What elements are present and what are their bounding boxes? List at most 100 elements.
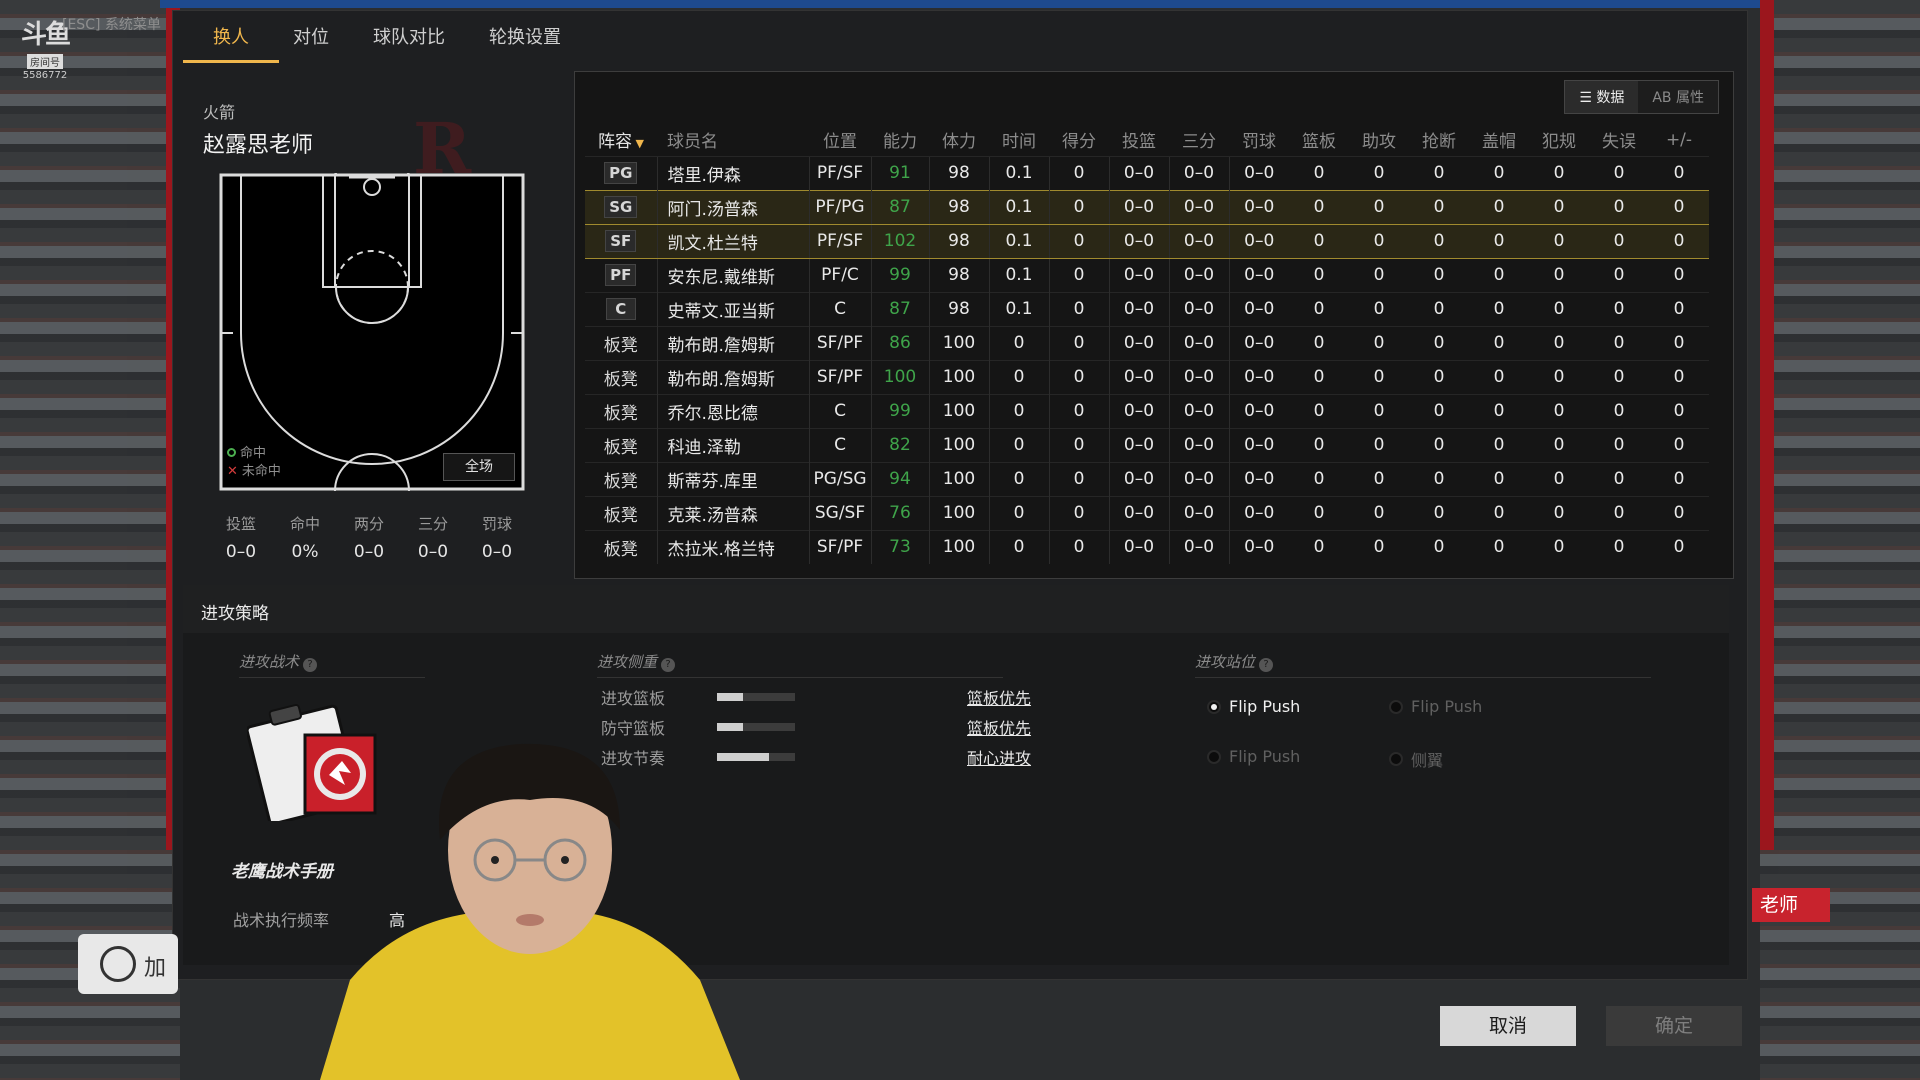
stat-cell-blk: 0 xyxy=(1469,529,1529,564)
divider xyxy=(597,677,1003,678)
table-row[interactable]: 板凳 杰拉米.格兰特 SF/PF 73 100 0 0 0–0 0–0 0–0 0 0 0 0 0 0 0 xyxy=(585,529,1709,564)
bench-label: 板凳 xyxy=(603,539,638,560)
view-attributes-button[interactable]: AB 属性 xyxy=(1638,81,1718,113)
stat-cell-pm: 0 xyxy=(1649,291,1709,326)
view-data-button[interactable]: ☰ 数据 xyxy=(1565,81,1639,113)
table-row[interactable]: 板凳 勒布朗.詹姆斯 SF/PF 100 100 0 0 0–0 0–0 0–0 0 0 0 0 0 0 0 xyxy=(585,359,1709,394)
stat-label: 三分 xyxy=(417,515,448,533)
stat-cell-fg: 0–0 xyxy=(1108,155,1169,190)
shot-legend: 命中 ✕ 未命中 xyxy=(227,445,281,481)
stat-cell-ovr: 99 xyxy=(870,393,929,428)
col-points[interactable]: 得分 xyxy=(1049,124,1109,156)
col-ability[interactable]: 能力 xyxy=(871,124,929,156)
stat-cell-blk: 0 xyxy=(1469,223,1529,259)
col-blocks[interactable]: 盖帽 xyxy=(1469,124,1529,156)
stat-cell-ft: 0–0 xyxy=(1228,461,1289,496)
col-assists[interactable]: 助攻 xyxy=(1349,124,1409,156)
col-minutes[interactable]: 时间 xyxy=(989,124,1049,156)
table-row[interactable]: PG 塔里.伊森 PF/SF 91 98 0.1 0 0–0 0–0 0–0 0 0 0 0 0 0 0 xyxy=(585,155,1709,190)
stat-cell-pts: 0 xyxy=(1048,495,1109,530)
col-player-name[interactable]: 球员名 xyxy=(657,124,809,156)
stat-cell-reb: 0 xyxy=(1289,257,1349,292)
formation-option-3[interactable]: Flip Push xyxy=(1207,747,1300,766)
stat-cell-reb: 0 xyxy=(1289,427,1349,462)
stat-cell-fg: 0–0 xyxy=(1108,359,1169,394)
formation-option-4[interactable]: 侧翼 xyxy=(1389,747,1443,771)
tab-matchup[interactable]: 对位 xyxy=(293,11,329,59)
stat-cell-pf: 0 xyxy=(1529,223,1589,259)
col-rebounds[interactable]: 篮板 xyxy=(1289,124,1349,156)
player-name-cell: 乔尔.恩比德 xyxy=(656,393,809,428)
starter-position-badge: C xyxy=(605,298,636,320)
add-follow-chip[interactable]: 加 xyxy=(78,934,178,994)
help-icon[interactable]: ? xyxy=(1259,658,1274,672)
full-court-button[interactable]: 全场 xyxy=(443,453,515,481)
stat-cell-ovr: 87 xyxy=(870,189,929,225)
tab-substitution[interactable]: 换人 xyxy=(183,11,279,63)
stat-cell-ft: 0–0 xyxy=(1228,359,1289,394)
formation-option-1[interactable]: Flip Push xyxy=(1207,697,1300,716)
col-fg[interactable]: 投篮 xyxy=(1109,124,1169,156)
col-steals[interactable]: 抢断 xyxy=(1409,124,1469,156)
bench-label: 板凳 xyxy=(603,505,638,526)
stat-cell-tp: 0–0 xyxy=(1168,291,1229,326)
table-row[interactable]: SF 凯文.杜兰特 PF/SF 102 98 0.1 0 0–0 0–0 0–0 0 0 0 0 0 0 0 xyxy=(585,223,1709,259)
table-row[interactable]: 板凳 克莱.汤普森 SG/SF 76 100 0 0 0–0 0–0 0–0 0 0 0 0 0 0 0 xyxy=(585,495,1709,530)
formation-option-2[interactable]: Flip Push xyxy=(1389,697,1482,716)
confirm-button[interactable]: 确定 xyxy=(1606,1006,1742,1046)
stat-cell-reb: 0 xyxy=(1289,529,1349,564)
divider xyxy=(239,677,425,678)
half-court-diagram xyxy=(219,150,525,492)
stat-value: 0–0 xyxy=(225,542,257,562)
stat-value: 0% xyxy=(291,542,319,562)
table-row[interactable]: 板凳 斯蒂芬.库里 PG/SG 94 100 0 0 0–0 0–0 0–0 0 0 0 0 0 0 0 xyxy=(585,461,1709,496)
slider-fill xyxy=(717,693,743,701)
col-turnovers[interactable]: 失误 xyxy=(1589,124,1649,156)
col-lineup-label: 阵容 xyxy=(598,132,633,153)
defensive-rebound-choice-link[interactable]: 篮板优先 xyxy=(967,715,1031,739)
stat-cell-stl: 0 xyxy=(1409,257,1469,292)
stat-cell-tp: 0–0 xyxy=(1168,495,1229,530)
formation-label: Flip Push xyxy=(1411,697,1483,716)
stat-cell-ast: 0 xyxy=(1349,291,1409,326)
offense-pace-choice-link[interactable]: 耐心进攻 xyxy=(967,745,1031,769)
col-position[interactable]: 位置 xyxy=(809,124,871,156)
stat-cell-stl: 0 xyxy=(1409,325,1469,360)
stat-cell-tp: 0–0 xyxy=(1168,223,1229,259)
col-stamina[interactable]: 体力 xyxy=(929,124,989,156)
stat-cell-ovr: 100 xyxy=(870,359,929,394)
table-row[interactable]: C 史蒂文.亚当斯 C 87 98 0.1 0 0–0 0–0 0–0 0 0 0 0 0 0 0 xyxy=(585,291,1709,326)
offensive-rebound-slider[interactable] xyxy=(717,693,795,701)
help-icon[interactable]: ? xyxy=(661,658,676,672)
stat-cell-tp: 0–0 xyxy=(1168,393,1229,428)
table-row[interactable]: PF 安东尼.戴维斯 PF/C 99 98 0.1 0 0–0 0–0 0–0 0 0 0 0 0 0 0 xyxy=(585,257,1709,292)
lineup-role-cell: 板凳 xyxy=(585,461,657,496)
stat-cell-stl: 0 xyxy=(1409,495,1469,530)
stat-cell-to: 0 xyxy=(1589,291,1649,326)
bench-label: 板凳 xyxy=(603,403,638,424)
table-row[interactable]: 板凳 勒布朗.詹姆斯 SF/PF 86 100 0 0 0–0 0–0 0–0 0 0 0 0 0 0 0 xyxy=(585,325,1709,360)
made-dot-icon xyxy=(227,448,236,457)
stat-cell-pts: 0 xyxy=(1048,189,1109,225)
tab-team-compare[interactable]: 球队对比 xyxy=(373,11,445,59)
col-ft[interactable]: 罚球 xyxy=(1229,124,1289,156)
help-icon[interactable]: ? xyxy=(303,658,318,672)
table-row[interactable]: SG 阿门.汤普森 PF/PG 87 98 0.1 0 0–0 0–0 0–0 0 0 0 0 0 0 0 xyxy=(585,189,1709,225)
stat-cell-ft: 0–0 xyxy=(1228,495,1289,530)
offensive-rebound-choice-link[interactable]: 篮板优先 xyxy=(967,685,1031,709)
tab-rotation-settings[interactable]: 轮换设置 xyxy=(489,11,561,59)
arena-top-strip xyxy=(160,0,1760,8)
table-row[interactable]: 板凳 乔尔.恩比德 C 99 100 0 0 0–0 0–0 0–0 0 0 0 0 0 0 0 xyxy=(585,393,1709,428)
stat-cell-min: 0 xyxy=(988,529,1049,564)
table-row[interactable]: 板凳 科迪.泽勒 C 82 100 0 0 0–0 0–0 0–0 0 0 0 0 0 0 0 xyxy=(585,427,1709,462)
col-fouls[interactable]: 犯规 xyxy=(1529,124,1589,156)
lineup-role-cell: 板凳 xyxy=(585,359,657,394)
col-3pt[interactable]: 三分 xyxy=(1169,124,1229,156)
stat-cell-pm: 0 xyxy=(1649,223,1709,259)
col-lineup[interactable]: 阵容 ▼ xyxy=(585,124,657,156)
legend-made: 命中 xyxy=(227,445,281,463)
stat-cell-fg: 0–0 xyxy=(1108,189,1169,225)
cancel-button[interactable]: 取消 xyxy=(1440,1006,1576,1046)
col-plus-minus[interactable]: +/- xyxy=(1649,124,1709,156)
stat-cell-reb: 0 xyxy=(1289,291,1349,326)
